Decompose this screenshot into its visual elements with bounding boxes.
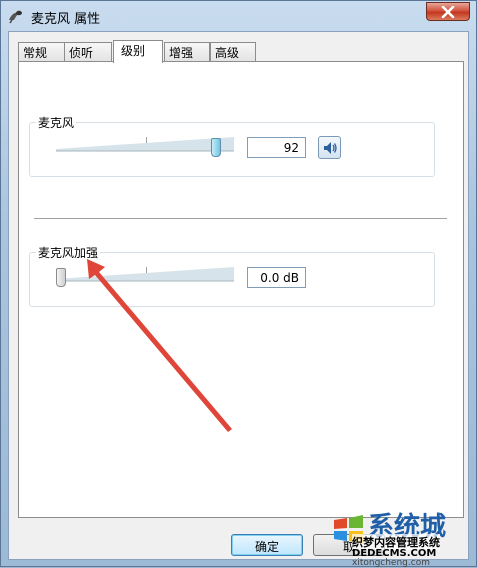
- microphone-boost-slider[interactable]: [56, 265, 234, 289]
- slider-track: [56, 267, 234, 282]
- microphone-boost-group: 麦克风加强 0.0 dB: [29, 244, 435, 307]
- speaker-icon: [323, 141, 337, 154]
- window-title: 麦克风 属性: [31, 12, 101, 27]
- microphone-boost-slider-thumb[interactable]: [56, 268, 66, 287]
- title-bar[interactable]: 麦克风 属性: [1, 1, 476, 31]
- dialog-body: 常规 侦听 级别 增强 高级 麦克风 92 麦克风加强 0.0 dB 确定 取: [8, 31, 469, 560]
- microphone-slider[interactable]: [56, 135, 234, 159]
- microphone-slider-thumb[interactable]: [211, 138, 221, 157]
- tab-advanced[interactable]: 高级: [210, 42, 256, 61]
- separator: [34, 218, 447, 219]
- microphone-boost-label: 麦克风加强: [36, 244, 101, 261]
- tab-enhancements[interactable]: 增强: [164, 42, 210, 61]
- tab-levels[interactable]: 级别: [113, 40, 163, 63]
- microphone-group: 麦克风 92: [29, 114, 435, 177]
- slider-tick: [146, 137, 147, 143]
- levels-panel: 麦克风 92 麦克风加强 0.0 dB: [18, 61, 464, 518]
- microphone-label: 麦克风: [36, 114, 77, 131]
- slider-track: [56, 137, 234, 152]
- tab-listen[interactable]: 侦听: [64, 42, 112, 61]
- tab-general[interactable]: 常规: [18, 42, 65, 61]
- slider-tick: [146, 267, 147, 273]
- ok-button[interactable]: 确定: [231, 534, 303, 556]
- close-button[interactable]: [426, 2, 470, 21]
- microphone-boost-field[interactable]: 0.0 dB: [247, 267, 306, 288]
- properties-window: 麦克风 属性 常规 侦听 级别 增强 高级 麦克风 92 麦克风加强 0.0 d…: [0, 0, 477, 568]
- watermark: 系统城 织梦内容管理系统 DEDECMS.COM xitongcheng.com: [332, 510, 472, 568]
- mute-button[interactable]: [318, 136, 341, 159]
- close-icon: [441, 5, 455, 18]
- microphone-icon: [9, 10, 22, 24]
- microphone-level-field[interactable]: 92: [247, 137, 306, 158]
